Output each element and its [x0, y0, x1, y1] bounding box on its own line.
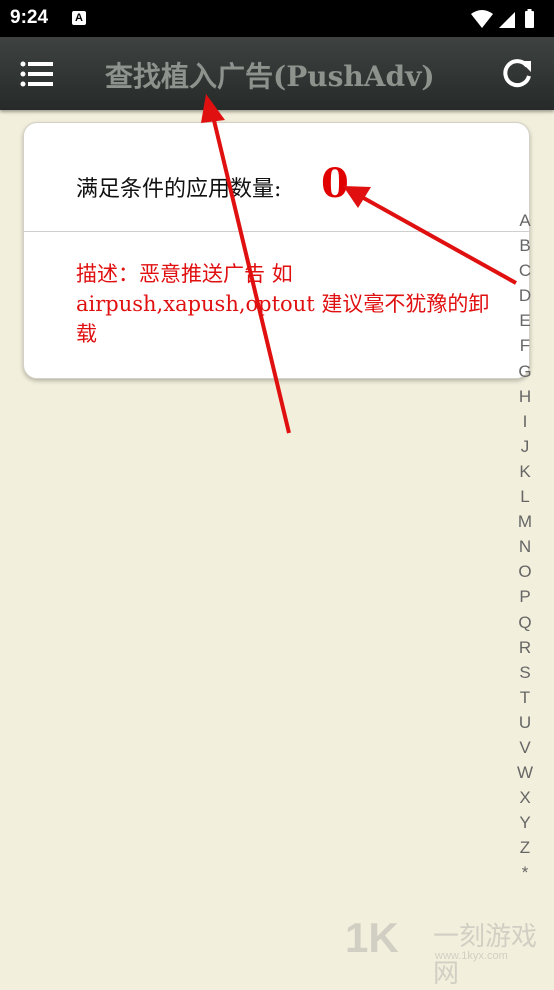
app-bar: 查找植入广告(PushAdv) — [0, 37, 554, 110]
index-letter[interactable]: F — [512, 333, 538, 358]
index-letter[interactable]: V — [512, 735, 538, 760]
signal-icon — [499, 12, 515, 28]
index-letter[interactable]: B — [512, 233, 538, 258]
notification-a-icon: A — [72, 11, 86, 25]
index-letter[interactable]: A — [512, 208, 538, 233]
description-text: 描述：恶意推送广告 如 airpush,xapush,optout 建议毫不犹豫… — [76, 262, 490, 346]
index-letter[interactable]: M — [512, 509, 538, 534]
index-letter[interactable]: C — [512, 258, 538, 283]
watermark-logo: 1K — [345, 914, 399, 961]
status-bar: 9:24 A — [0, 0, 554, 37]
index-letter[interactable]: O — [512, 559, 538, 584]
status-time: 9:24 — [10, 7, 49, 28]
index-letter[interactable]: N — [512, 534, 538, 559]
index-letter[interactable]: G — [512, 359, 538, 384]
index-letter[interactable]: D — [512, 283, 538, 308]
page-title: 查找植入广告(PushAdv) — [105, 60, 435, 93]
index-letter[interactable]: T — [512, 685, 538, 710]
count-value: 0 — [321, 160, 349, 207]
index-letter[interactable]: W — [512, 760, 538, 785]
card-divider — [24, 231, 529, 232]
index-letter[interactable]: H — [512, 384, 538, 409]
index-letter[interactable]: L — [512, 484, 538, 509]
count-label: 满足条件的应用数量: — [76, 177, 282, 202]
index-letter[interactable]: Q — [512, 610, 538, 635]
wifi-icon — [471, 10, 493, 28]
result-card: 满足条件的应用数量: 0 描述：恶意推送广告 如 airpush,xapush,… — [23, 122, 530, 379]
index-letter[interactable]: S — [512, 660, 538, 685]
index-letter[interactable]: J — [512, 434, 538, 459]
index-letter[interactable]: K — [512, 459, 538, 484]
index-letter[interactable]: Y — [512, 810, 538, 835]
system-icons — [469, 9, 544, 33]
index-letter[interactable]: R — [512, 635, 538, 660]
watermark: 1K 一刻游戏网 www.1kyx.com — [345, 914, 554, 988]
index-letter[interactable]: * — [512, 860, 538, 885]
index-letter[interactable]: U — [512, 710, 538, 735]
index-letter[interactable]: P — [512, 584, 538, 609]
index-letter[interactable]: X — [512, 785, 538, 810]
index-letter[interactable]: Z — [512, 835, 538, 860]
battery-icon — [525, 9, 534, 28]
alphabet-index-bar[interactable]: A B C D E F G H I J K L M N O P Q R S T U V W X Y Z * — [512, 208, 538, 886]
hamburger-menu-icon[interactable] — [20, 61, 54, 87]
index-letter[interactable]: E — [512, 308, 538, 333]
index-letter[interactable]: I — [512, 409, 538, 434]
refresh-icon[interactable] — [500, 57, 534, 91]
watermark-url: www.1kyx.com — [435, 950, 508, 962]
